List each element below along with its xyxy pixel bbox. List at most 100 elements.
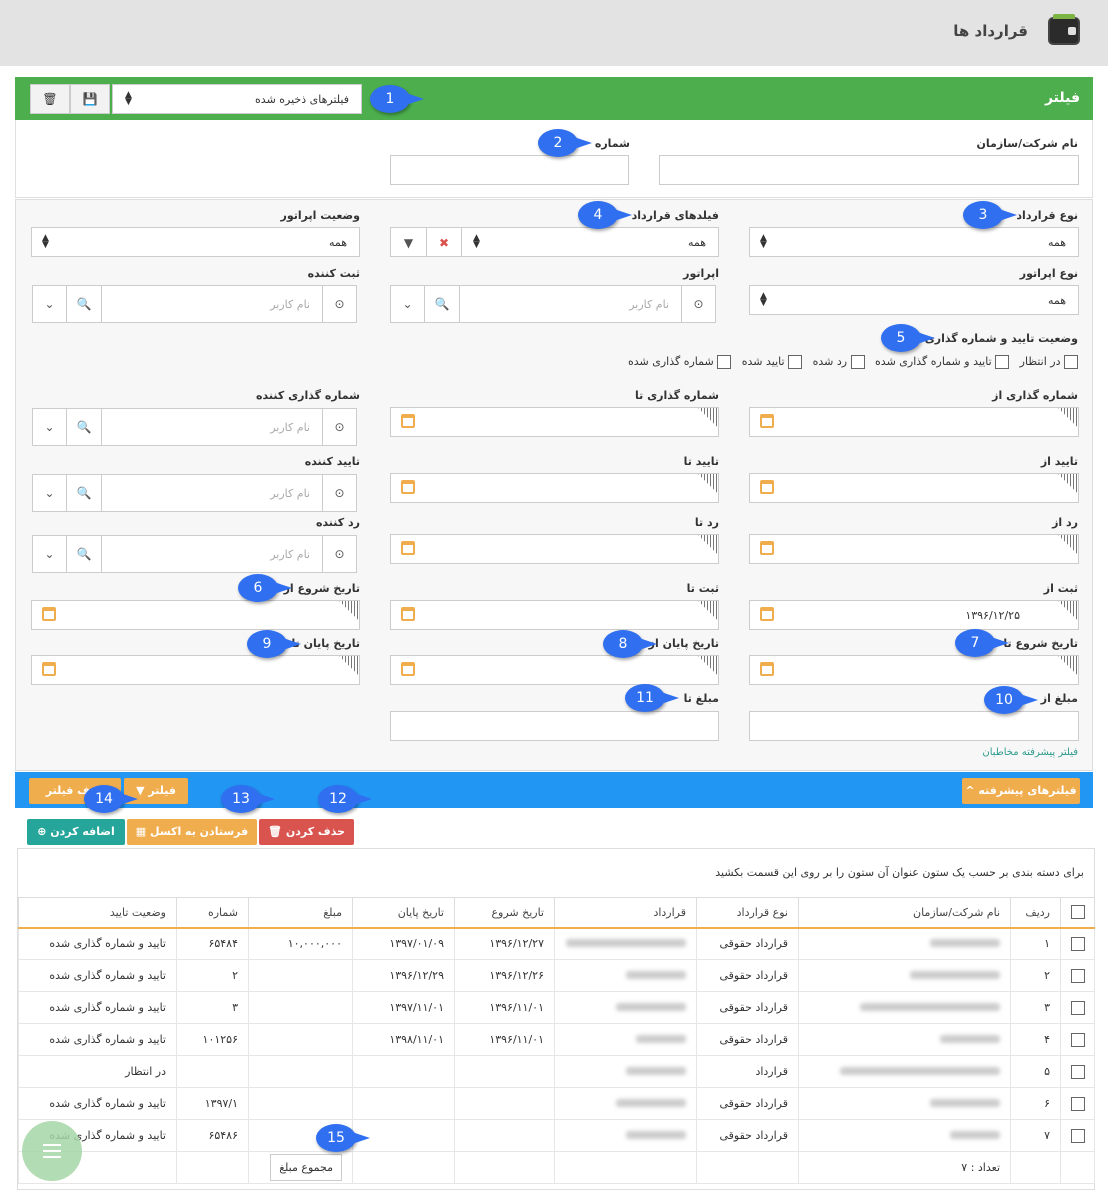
calendar-icon[interactable] [760, 607, 774, 621]
operator-status-select[interactable]: همه ▲ ▼ [31, 227, 360, 257]
col-number[interactable]: شماره [176, 897, 249, 929]
checkbox-approved-numbered[interactable] [995, 355, 1010, 369]
col-row[interactable]: ردیف [1010, 897, 1061, 929]
calendar-icon[interactable] [760, 480, 774, 494]
chevron-down-icon[interactable]: ⌄ [33, 286, 67, 322]
reject-to-date[interactable] [390, 534, 719, 564]
search-icon[interactable]: 🔍 [67, 286, 102, 322]
calendar-icon[interactable] [401, 480, 415, 494]
start-to-date[interactable] [749, 655, 1079, 685]
reg-from-date[interactable]: ۱۳۹۶/۱۲/۲۵ [749, 600, 1079, 630]
radio-icon[interactable]: ⊙ [322, 475, 356, 511]
col-amount[interactable]: مبلغ [248, 897, 353, 929]
operator-user-picker[interactable]: نام کاربر ⊙ 🔍 ⌄ [390, 285, 716, 323]
number-input[interactable] [390, 155, 629, 185]
redacted-text [626, 1131, 686, 1139]
calendar-icon[interactable] [42, 662, 56, 676]
table-row[interactable]: ۷ قرارداد حقوقی ۶۵۴۸۶ تایید و شماره گذاری ش… [18, 1119, 1095, 1152]
calendar-icon[interactable] [401, 662, 415, 676]
table-row[interactable]: ۶ قرارداد حقوقی ۱۳۹۷/۱ تایید و شماره گذاری … [18, 1087, 1095, 1120]
chevron-down-icon[interactable]: ⌄ [391, 286, 425, 322]
calendar-icon[interactable] [760, 662, 774, 676]
col-contract[interactable]: قرارداد [554, 897, 697, 929]
approver-user-picker[interactable]: نام کاربر ⊙ 🔍 ⌄ [32, 474, 357, 512]
checkbox-numbered[interactable] [717, 355, 732, 369]
calendar-icon[interactable] [760, 414, 774, 428]
select-all-cell[interactable] [1060, 897, 1095, 929]
filter-icon[interactable]: ▼ [391, 228, 427, 256]
sum-amount-button[interactable]: مجموع مبلغ [270, 1154, 342, 1181]
search-icon[interactable]: 🔍 [67, 475, 102, 511]
checkbox-pending[interactable] [1064, 355, 1078, 369]
col-start[interactable]: تاریخ شروع [454, 897, 555, 929]
select-all-checkbox[interactable] [1070, 905, 1085, 920]
clear-icon[interactable]: ✖ [427, 228, 462, 256]
row-checkbox[interactable] [1070, 936, 1085, 951]
table-row[interactable]: ۱ قرارداد حقوقی ۱۳۹۶/۱۲/۲۷ ۱۳۹۷/۰۱/۰۹ ۱۰,۰۰۰… [18, 927, 1095, 960]
menu-fab[interactable] [22, 1121, 82, 1181]
col-status[interactable]: وضعیت تایید [18, 897, 177, 929]
table-row[interactable]: ۲ قرارداد حقوقی ۱۳۹۶/۱۲/۲۶ ۱۳۹۶/۱۲/۲۹ ۲ تایید… [18, 959, 1095, 992]
badge-4: 4 [578, 201, 632, 229]
top-bar [0, 0, 1108, 66]
reg-to-date[interactable] [390, 600, 719, 630]
chevron-down-icon[interactable]: ⌄ [33, 475, 67, 511]
amount-to-input[interactable] [390, 711, 719, 741]
table-row[interactable]: ۵ قرارداد در انتظار [18, 1055, 1095, 1088]
amount-cell [248, 991, 353, 1024]
audience-filter-link[interactable]: فیلتر پیشرفته مخاطبان [982, 747, 1078, 758]
col-type[interactable]: نوع قرارداد [696, 897, 799, 929]
calendar-icon[interactable] [42, 607, 56, 621]
calendar-icon[interactable] [401, 541, 415, 555]
export-excel-button[interactable]: ▦ فرستادن به اکسل [127, 819, 257, 845]
search-icon[interactable]: 🔍 [425, 286, 460, 322]
row-checkbox[interactable] [1070, 1128, 1085, 1143]
checkbox-rejected[interactable] [850, 355, 865, 369]
saved-filters-select[interactable]: فیلترهای ذخیره شده ▲ ▼ [112, 84, 362, 114]
radio-icon[interactable]: ⊙ [681, 286, 715, 322]
rejecter-user-picker[interactable]: نام کاربر ⊙ 🔍 ⌄ [32, 535, 357, 573]
delete-filter-button[interactable]: 🗑 [30, 84, 70, 114]
search-icon[interactable]: 🔍 [67, 536, 102, 572]
checkbox-approved[interactable] [788, 355, 803, 369]
chevron-down-icon[interactable]: ⌄ [33, 409, 67, 445]
end-from-date[interactable] [390, 655, 719, 685]
contract-fields-select[interactable]: همه ▲ ▼ ▼ ✖ [390, 227, 719, 257]
operator-type-select[interactable]: همه ▲ ▼ [749, 285, 1079, 315]
col-company[interactable]: نام شرکت/سازمان [798, 897, 1011, 929]
chevron-down-icon[interactable]: ⌄ [33, 536, 67, 572]
start-from-date[interactable] [31, 600, 360, 630]
reject-from-date[interactable] [749, 534, 1079, 564]
calendar-icon[interactable] [401, 607, 415, 621]
row-checkbox[interactable] [1070, 1032, 1085, 1047]
radio-icon[interactable]: ⊙ [322, 286, 356, 322]
end-to-date[interactable] [31, 655, 360, 685]
registrar-user-picker[interactable]: نام کاربر ⊙ 🔍 ⌄ [32, 285, 357, 323]
numbering-from-date[interactable] [749, 407, 1079, 437]
numbering-to-date[interactable] [390, 407, 719, 437]
row-checkbox[interactable] [1070, 1000, 1085, 1015]
calendar-icon[interactable] [760, 541, 774, 555]
numberer-user-picker[interactable]: نام کاربر ⊙ 🔍 ⌄ [32, 408, 357, 446]
save-filter-button[interactable]: 💾 [70, 84, 110, 114]
end-from-label: تاریخ پایان از [648, 637, 719, 650]
col-end[interactable]: تاریخ پایان [352, 897, 455, 929]
approve-from-date[interactable] [749, 473, 1079, 503]
delete-button[interactable]: 🗑 حذف کردن [259, 819, 354, 845]
radio-icon[interactable]: ⊙ [322, 536, 356, 572]
company-input[interactable] [659, 155, 1079, 185]
calendar-icon[interactable] [401, 414, 415, 428]
table-row[interactable]: ۳ قرارداد حقوقی ۱۳۹۶/۱۱/۰۱ ۱۳۹۷/۱۱/۰۱ ۳ تایید… [18, 991, 1095, 1024]
amount-from-input[interactable] [749, 711, 1079, 741]
row-checkbox[interactable] [1070, 968, 1085, 983]
row-checkbox[interactable] [1070, 1064, 1085, 1079]
search-icon[interactable]: 🔍 [67, 409, 102, 445]
operator-status-label: وضعیت اپراتور [280, 209, 360, 222]
radio-icon[interactable]: ⊙ [322, 409, 356, 445]
add-button[interactable]: ⊕ اضافه کردن [27, 819, 125, 845]
advanced-filters-toggle[interactable]: ^ فیلترهای پیشرفته [962, 778, 1080, 804]
row-checkbox[interactable] [1070, 1096, 1085, 1111]
approve-to-date[interactable] [390, 473, 719, 503]
contract-type-select[interactable]: همه ▲ ▼ [749, 227, 1079, 257]
table-row[interactable]: ۴ قرارداد حقوقی ۱۳۹۶/۱۱/۰۱ ۱۳۹۸/۱۱/۰۱ ۱۰۱۲۵۶… [18, 1023, 1095, 1056]
